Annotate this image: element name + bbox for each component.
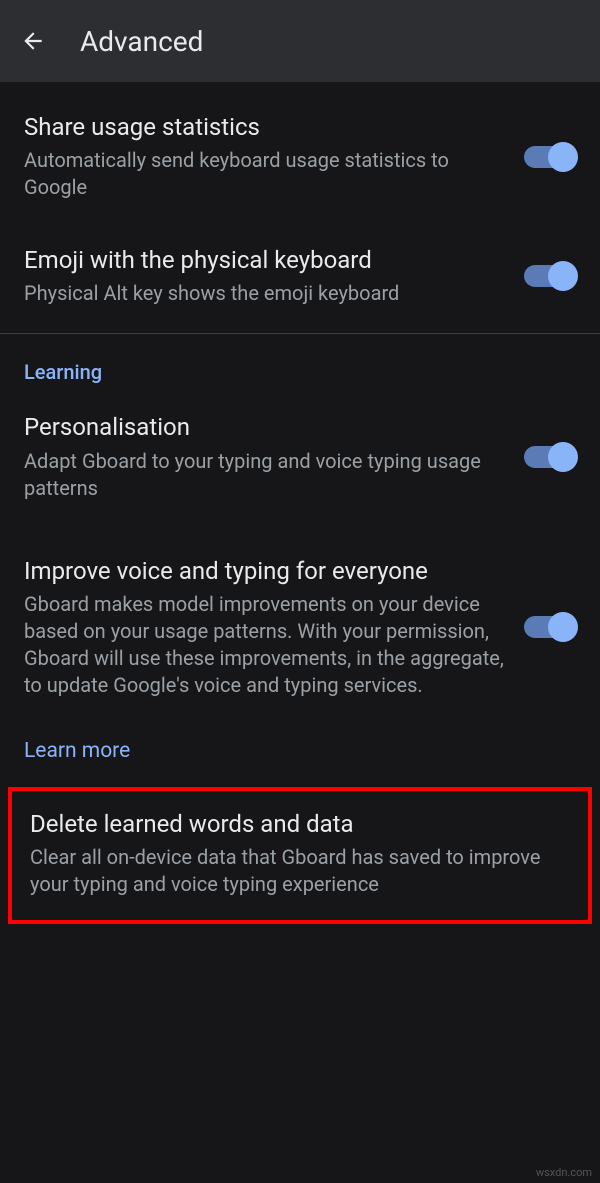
highlighted-setting: Delete learned words and data Clear all … <box>8 787 592 924</box>
setting-text: Emoji with the physical keyboard Physica… <box>24 245 524 307</box>
setting-text: Improve voice and typing for everyone Gb… <box>24 556 524 699</box>
toggle-personalisation[interactable] <box>524 446 576 468</box>
toggle-share-usage-statistics[interactable] <box>524 146 576 168</box>
setting-share-usage-statistics[interactable]: Share usage statistics Automatically sen… <box>0 90 600 223</box>
setting-text: Personalisation Adapt Gboard to your typ… <box>24 412 524 501</box>
setting-text: Share usage statistics Automatically sen… <box>24 112 524 201</box>
watermark: wsxdn.com <box>536 1166 592 1179</box>
setting-description: Clear all on-device data that Gboard has… <box>30 844 550 898</box>
setting-emoji-physical-keyboard[interactable]: Emoji with the physical keyboard Physica… <box>0 223 600 329</box>
setting-improve-voice-typing[interactable]: Improve voice and typing for everyone Gb… <box>0 524 600 721</box>
setting-title: Personalisation <box>24 412 504 443</box>
section-label-learning: Learning <box>0 334 600 390</box>
header-bar: Advanced <box>0 0 600 82</box>
toggle-emoji-physical-keyboard[interactable] <box>524 265 576 287</box>
setting-description: Automatically send keyboard usage statis… <box>24 147 504 201</box>
setting-title: Improve voice and typing for everyone <box>24 556 504 587</box>
page-title: Advanced <box>80 25 203 58</box>
setting-title: Share usage statistics <box>24 112 504 143</box>
setting-title: Delete learned words and data <box>30 809 550 840</box>
setting-text: Delete learned words and data Clear all … <box>30 809 570 898</box>
setting-description: Adapt Gboard to your typing and voice ty… <box>24 448 504 502</box>
learn-more-link[interactable]: Learn more <box>0 721 600 767</box>
setting-description: Physical Alt key shows the emoji keyboar… <box>24 280 504 307</box>
setting-description: Gboard makes model improvements on your … <box>24 591 504 699</box>
setting-personalisation[interactable]: Personalisation Adapt Gboard to your typ… <box>0 390 600 523</box>
settings-list: Share usage statistics Automatically sen… <box>0 82 600 924</box>
setting-delete-learned-words[interactable]: Delete learned words and data Clear all … <box>12 791 588 920</box>
setting-title: Emoji with the physical keyboard <box>24 245 504 276</box>
toggle-improve-voice-typing[interactable] <box>524 616 576 638</box>
back-arrow-icon[interactable] <box>20 28 46 54</box>
